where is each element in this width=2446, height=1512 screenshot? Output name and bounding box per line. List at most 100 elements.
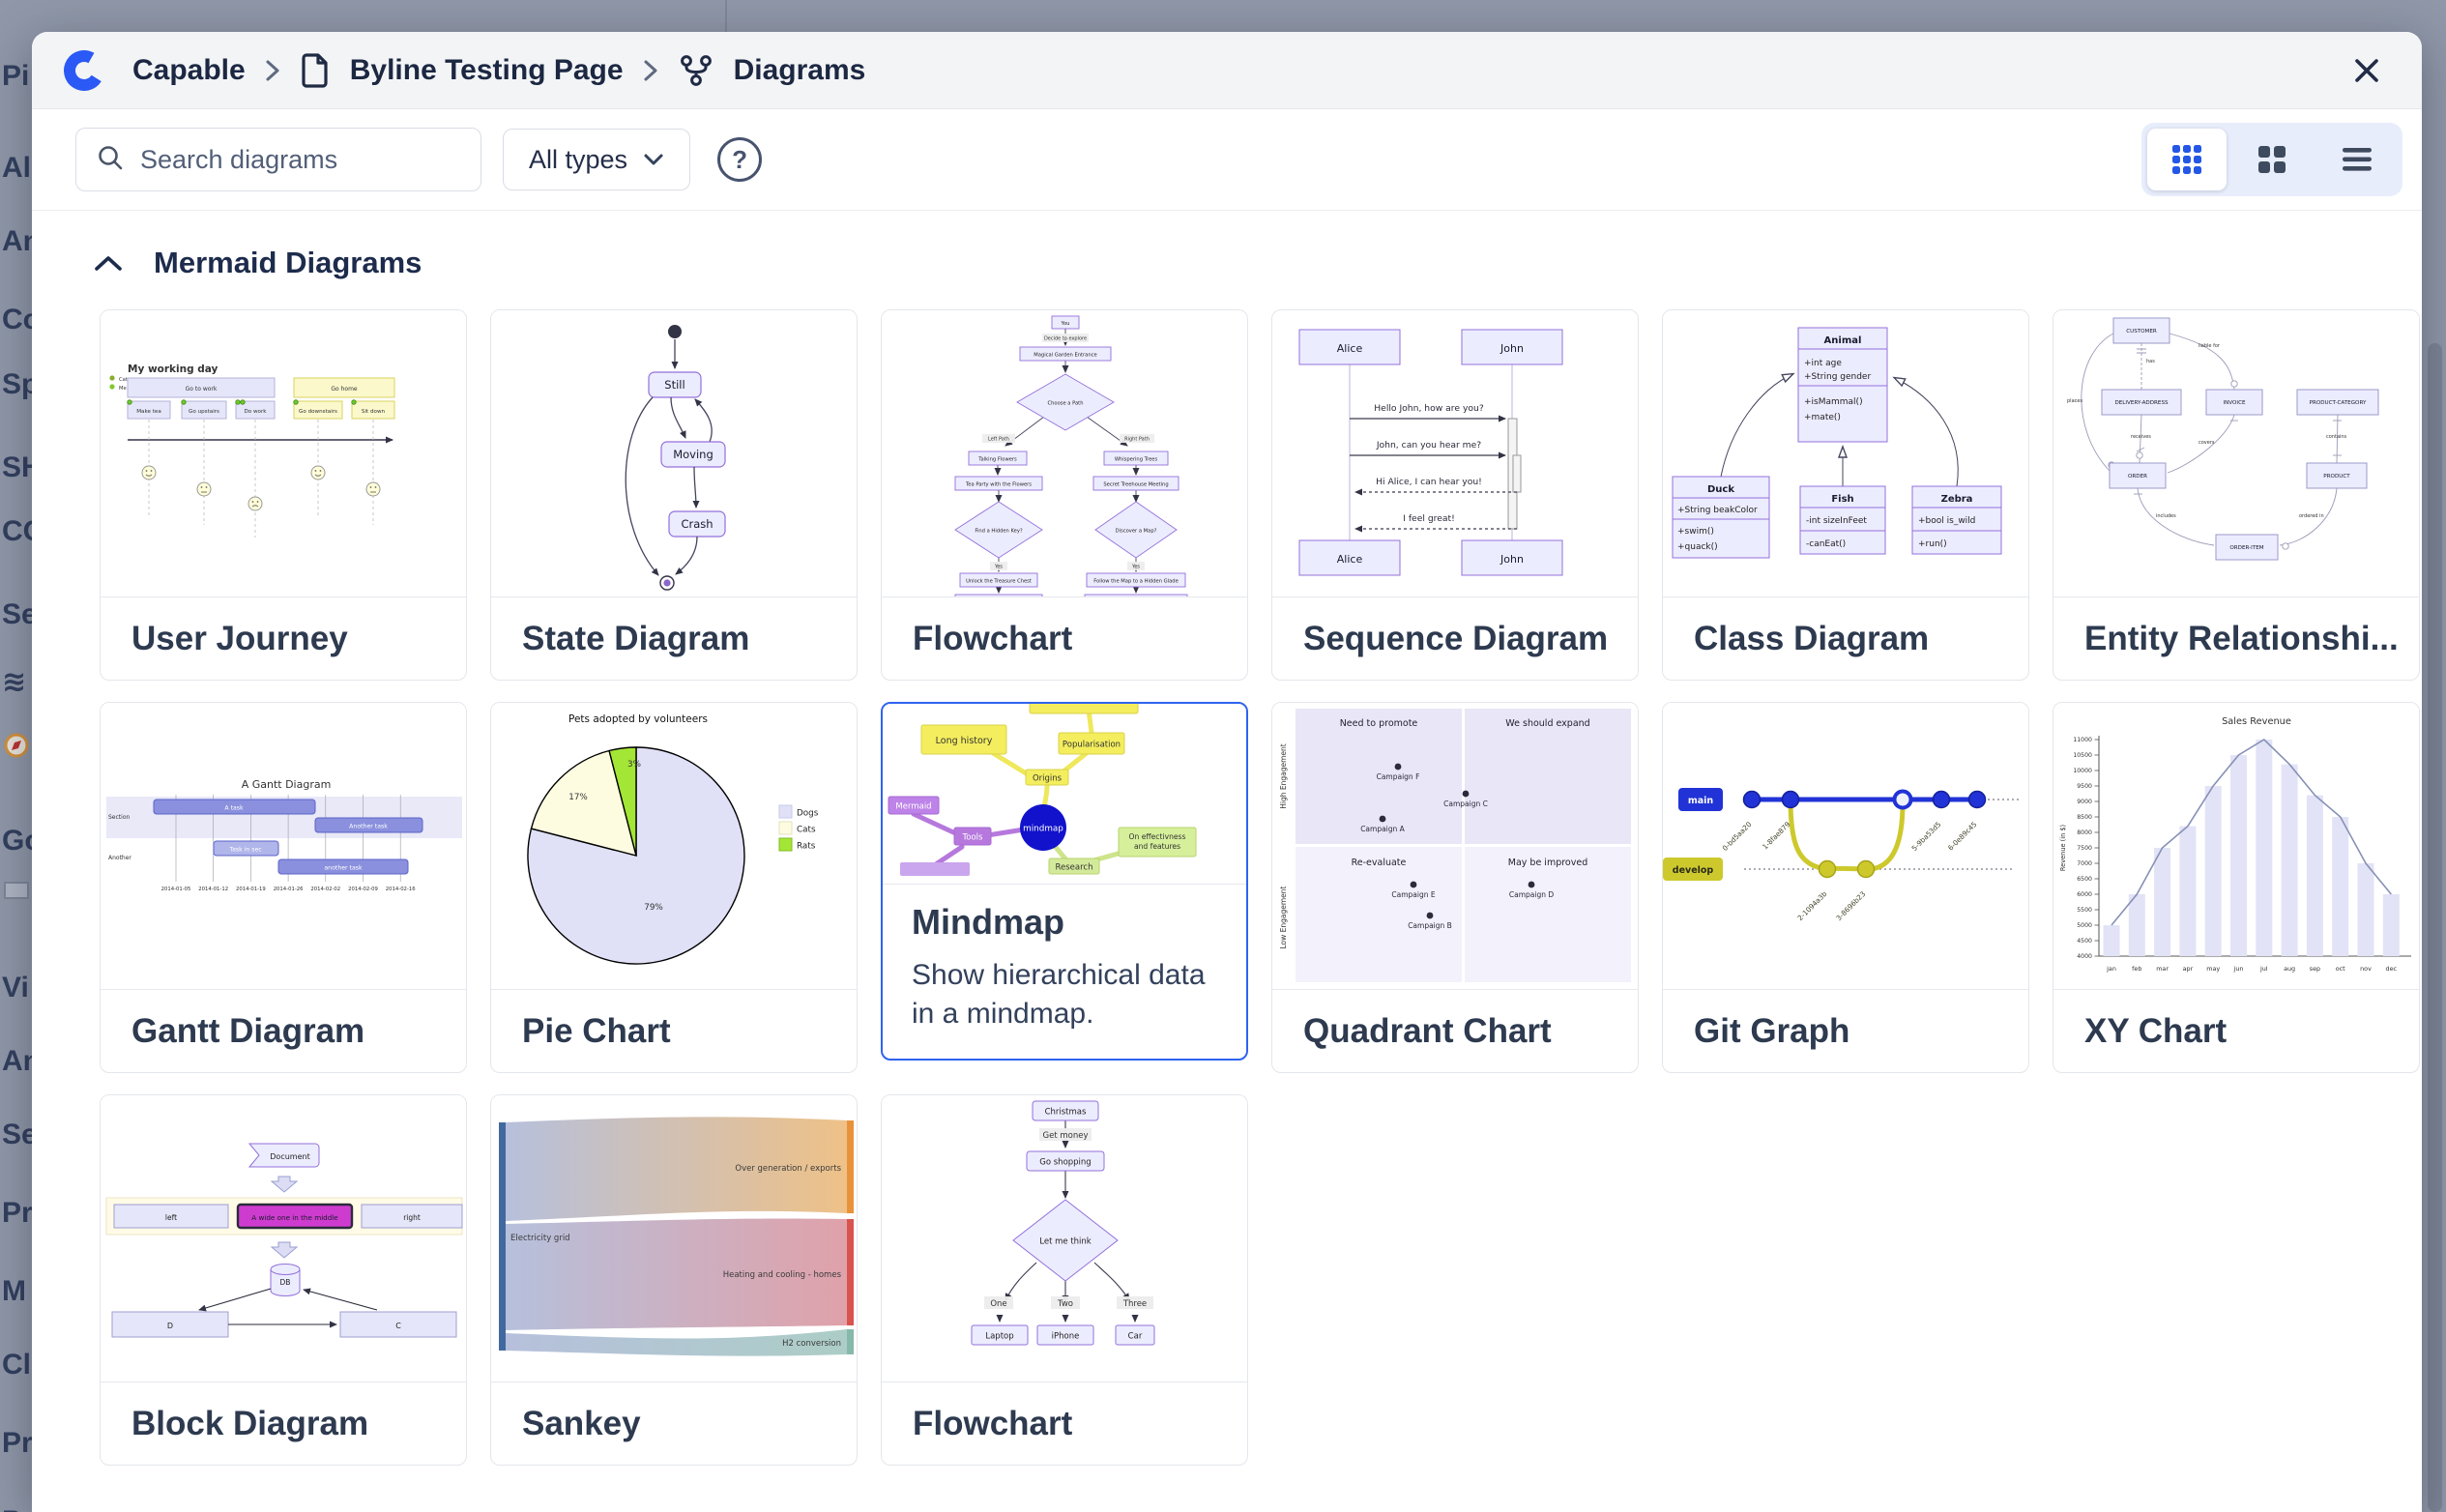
svg-text:6500: 6500	[2077, 876, 2092, 883]
diagram-card-user-journey[interactable]: My working day Cat Me Go to work Go home…	[100, 309, 467, 681]
svg-text:apr: apr	[2183, 965, 2194, 973]
svg-text:dec: dec	[2386, 965, 2398, 973]
diagram-card-gantt-diagram[interactable]: A Gantt Diagram A task Another task Task…	[100, 702, 467, 1073]
diagram-card-mindmap[interactable]: Long history Popularisation Origins Merm…	[881, 702, 1248, 1061]
diagram-card-state-diagram[interactable]: Still Moving Crash State Diagram	[490, 309, 858, 681]
svg-text:May be improved: May be improved	[1508, 858, 1588, 868]
view-list-button[interactable]	[2317, 129, 2397, 190]
diagram-card-block-diagram[interactable]: Document left A wide one in the middle r…	[100, 1094, 467, 1466]
svg-text:Another: Another	[108, 855, 131, 861]
svg-text:Pets adopted by volunteers: Pets adopted by volunteers	[568, 713, 708, 725]
chevron-down-icon	[644, 154, 663, 165]
svg-text:+int age: +int age	[1804, 359, 1842, 368]
card-title-block: Mindmap Show hierarchical data in a mind…	[883, 884, 1246, 1059]
diagram-card-quadrant-chart[interactable]: Need to promote We should expand Re-eval…	[1271, 702, 1639, 1073]
svg-text:H2 conversion: H2 conversion	[782, 1339, 841, 1349]
svg-text:Go downstairs: Go downstairs	[299, 409, 337, 415]
diagram-card-sankey[interactable]: Electricity grid Over generation / expor…	[490, 1094, 858, 1466]
svg-text:We should expand: We should expand	[1505, 718, 1589, 729]
card-title: Quadrant Chart	[1272, 989, 1638, 1072]
svg-text:mindmap: mindmap	[1023, 825, 1063, 834]
diagram-card-flowchart-1[interactable]: You Decide to explore Magical Garden Ent…	[881, 309, 1248, 681]
close-icon[interactable]	[2350, 54, 2383, 87]
svg-text:3%: 3%	[627, 760, 641, 770]
svg-text:Hi Alice, I can hear you!: Hi Alice, I can hear you!	[1376, 477, 1482, 487]
card-title: Sequence Diagram	[1272, 596, 1638, 680]
svg-text:DELIVERY-ADDRESS: DELIVERY-ADDRESS	[2114, 400, 2169, 406]
diagram-card-sequence-diagram[interactable]: Alice John Hello John, how are you? John…	[1271, 309, 1639, 681]
svg-text:Fish: Fish	[1831, 494, 1853, 505]
svg-text:Choose a Path: Choose a Path	[1047, 401, 1083, 407]
card-title: State Diagram	[491, 596, 857, 680]
svg-text:Duck: Duck	[1707, 484, 1734, 495]
diagram-card-git-graph[interactable]: main develop 0-bd5aa20 1-8fae879 2-1094a…	[1662, 702, 2029, 1073]
svg-text:Decide to explore: Decide to explore	[1044, 336, 1087, 342]
git-graph-thumbnail: main develop 0-bd5aa20 1-8fae879 2-1094a…	[1663, 703, 2028, 989]
svg-text:Campaign A: Campaign A	[1360, 825, 1405, 833]
svg-text:Magical Garden Entrance: Magical Garden Entrance	[1034, 353, 1096, 359]
svg-text:+isMammal(): +isMammal()	[1804, 397, 1863, 407]
svg-text:ordered in: ordered in	[2299, 513, 2324, 519]
search-input-wrapper[interactable]	[75, 128, 481, 191]
svg-text:9000: 9000	[2077, 799, 2092, 805]
svg-text:5-9ba53d5: 5-9ba53d5	[1909, 820, 1942, 853]
svg-text:Over generation / exports: Over generation / exports	[735, 1164, 841, 1174]
class-diagram-thumbnail: Animal +int age +String gender +isMammal…	[1663, 310, 2028, 596]
svg-text:10500: 10500	[2073, 752, 2092, 759]
breadcrumb-page[interactable]: Byline Testing Page	[350, 54, 624, 87]
svg-text:Rats: Rats	[797, 842, 816, 852]
section-header-mermaid[interactable]: Mermaid Diagrams	[94, 246, 2422, 280]
diagram-card-xy-chart[interactable]: Sales Revenue Revenue (in $) 11000 10500 1…	[2053, 702, 2420, 1073]
svg-text:Go home: Go home	[331, 386, 358, 393]
svg-text:Tools: Tools	[962, 833, 984, 843]
svg-text:Unlock the Treasure Chest: Unlock the Treasure Chest	[966, 579, 1032, 585]
svg-text:jun: jun	[2233, 965, 2244, 973]
backdrop-compass-icon	[2, 731, 35, 768]
svg-text:Task in sec: Task in sec	[228, 847, 262, 854]
svg-text:Sit down: Sit down	[362, 409, 386, 415]
backdrop-text-fragment: SH	[2, 451, 35, 483]
svg-text:Do work: Do work	[244, 409, 267, 415]
help-button[interactable]: ?	[717, 137, 763, 182]
svg-text:sep: sep	[2310, 965, 2320, 973]
quadrant-chart-thumbnail: Need to promote We should expand Re-eval…	[1272, 703, 1638, 989]
svg-text:7500: 7500	[2077, 845, 2092, 852]
svg-text:Christmas: Christmas	[1045, 1108, 1087, 1118]
svg-text:jan: jan	[2106, 965, 2116, 973]
view-large-grid-button[interactable]	[2232, 129, 2312, 190]
type-filter-dropdown[interactable]: All types	[503, 129, 691, 190]
svg-text:Go upstairs: Go upstairs	[189, 409, 219, 415]
svg-text:Whispering Trees: Whispering Trees	[1115, 457, 1158, 463]
svg-text:2-1094a3b: 2-1094a3b	[1795, 889, 1828, 922]
svg-text:Mermaid: Mermaid	[895, 802, 931, 812]
diagram-card-entity-relationship[interactable]: CUSTOMER DELIVERY-ADDRESS INVOICE PRODUC…	[2053, 309, 2420, 681]
svg-text:and features: and features	[1134, 842, 1180, 851]
svg-text:One: One	[990, 1299, 1006, 1309]
backdrop-text-fragment: An	[2, 1045, 35, 1077]
chevron-right-icon	[265, 58, 280, 83]
svg-text:Follow the Map to a Hidden Gla: Follow the Map to a Hidden Glade	[1093, 579, 1179, 585]
svg-text:liable for: liable for	[2198, 343, 2221, 349]
dialog-header: Capable Byline Testing Page Diagrams	[32, 32, 2422, 109]
svg-text:Animal: Animal	[1824, 335, 1862, 346]
svg-text:5500: 5500	[2077, 907, 2092, 914]
svg-text:7000: 7000	[2077, 860, 2092, 867]
diagram-card-class-diagram[interactable]: Animal +int age +String gender +isMammal…	[1662, 309, 2029, 681]
svg-text:Sales Revenue: Sales Revenue	[2222, 716, 2291, 727]
diagram-card-pie-chart[interactable]: Pets adopted by volunteers 79% 17% 3% Do…	[490, 702, 858, 1073]
svg-text:2014-02-16: 2014-02-16	[386, 887, 416, 892]
search-input[interactable]	[138, 143, 461, 176]
svg-text:John: John	[1500, 553, 1524, 566]
diagram-card-flowchart-2[interactable]: Christmas Get money Go shopping Let me t…	[881, 1094, 1248, 1466]
backdrop-text-fragment: CO	[2, 515, 35, 547]
svg-text:Two: Two	[1057, 1299, 1073, 1309]
svg-text:Make tea: Make tea	[136, 409, 161, 415]
svg-text:Cats: Cats	[797, 826, 816, 835]
svg-text:Re-evaluate: Re-evaluate	[1352, 858, 1407, 868]
svg-text:PRODUCT: PRODUCT	[2323, 474, 2350, 480]
view-small-grid-button[interactable]	[2147, 129, 2227, 190]
breadcrumb-app[interactable]: Capable	[132, 54, 246, 87]
card-title: Entity Relationshi...	[2053, 596, 2419, 680]
page-scrollbar[interactable]	[2428, 343, 2442, 1512]
backdrop-text-fragment: An	[2, 225, 35, 257]
